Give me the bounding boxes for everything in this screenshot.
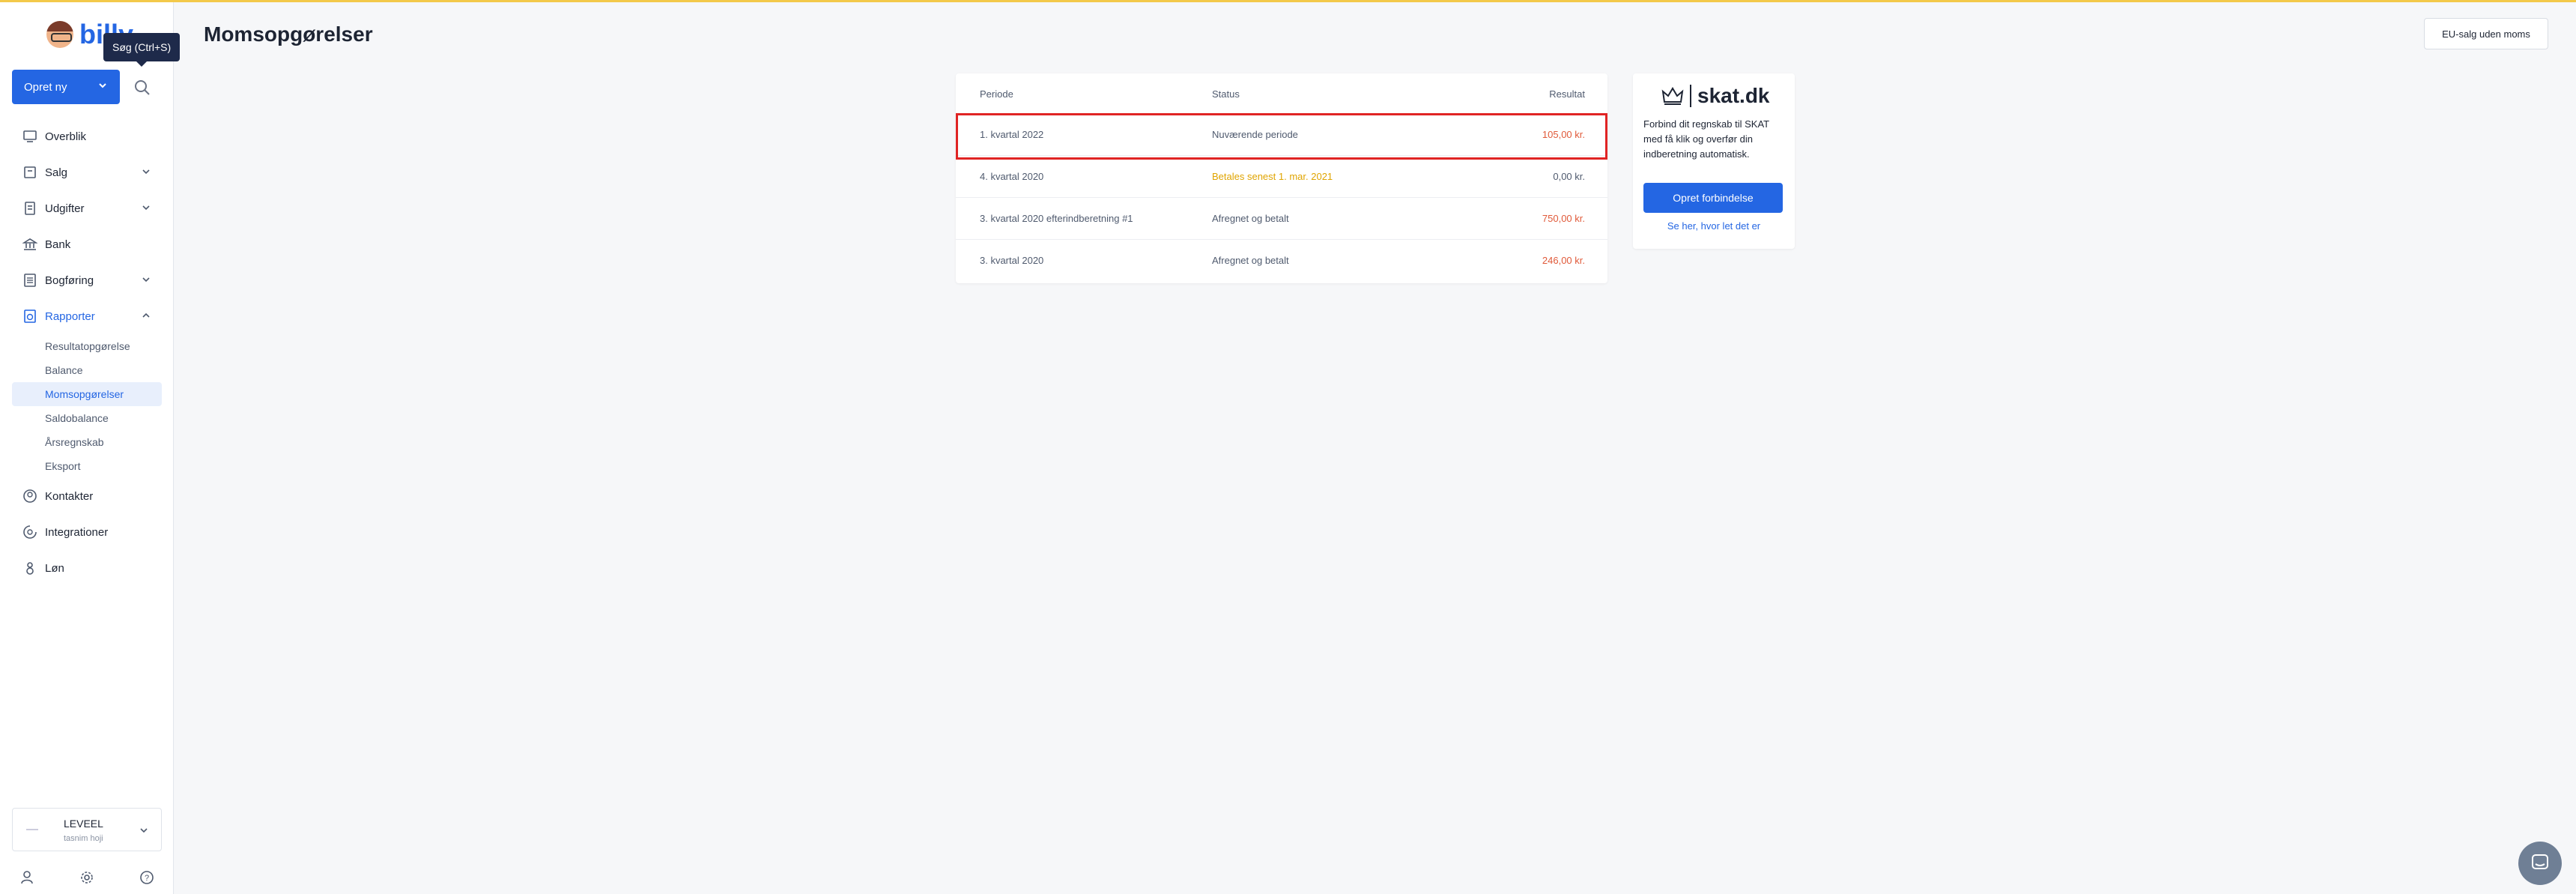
row-period: 1. kvartal 2022 <box>980 129 1044 140</box>
table-header: Periode Status Resultat <box>956 73 1607 114</box>
organization-name: LEVEEL <box>64 818 103 830</box>
column-header-period: Periode <box>980 88 1013 100</box>
search-tooltip: Søg (Ctrl+S) <box>103 33 181 67</box>
row-status: Afregnet og betalt <box>1212 213 1289 224</box>
column-header-status: Status <box>1212 88 1240 100</box>
payroll-icon <box>26 562 34 575</box>
sidebar-item-label: Udgifter <box>45 202 85 215</box>
subnav-momsopgorelser[interactable]: Momsopgørelser <box>12 382 162 406</box>
top-accent-line <box>0 0 2576 2</box>
sidebar-item-udgifter[interactable]: Udgifter <box>12 190 162 226</box>
search-icon[interactable] <box>132 77 153 98</box>
sidebar-item-label: Bogføring <box>45 274 94 287</box>
sidebar-item-kontakter[interactable]: Kontakter <box>12 478 162 514</box>
table-row[interactable]: 4. kvartal 2020 Betales senest 1. mar. 2… <box>956 156 1607 198</box>
sidebar: billy Opret ny Overblik Salg Udgifter Ba… <box>0 2 174 894</box>
integrations-icon <box>23 525 37 539</box>
gear-icon[interactable] <box>79 870 94 885</box>
crown-icon <box>1661 87 1684 105</box>
column-header-result: Resultat <box>1549 88 1585 100</box>
sidebar-item-bogforing[interactable]: Bogføring <box>12 262 162 298</box>
skat-logo-text: skat.dk <box>1697 84 1770 107</box>
sidebar-nav: Overblik Salg Udgifter Bank Bogføring Ra… <box>12 118 162 586</box>
page-title: Momsopgørelser <box>204 22 373 46</box>
chat-icon <box>2532 854 2548 869</box>
organization-user: tasnim hoji <box>64 834 103 843</box>
vat-returns-table: Periode Status Resultat 1. kvartal 2022 … <box>956 73 1607 283</box>
ledger-icon <box>24 274 36 287</box>
sidebar-item-label: Kontakter <box>45 489 94 503</box>
skat-logo: skat.dk <box>1661 84 1770 108</box>
subnav-resultatopgorelse[interactable]: Resultatopgørelse <box>12 334 162 358</box>
table-row[interactable]: 3. kvartal 2020 Afregnet og betalt 246,0… <box>956 240 1607 282</box>
sidebar-item-label: Rapporter <box>45 309 95 323</box>
skat-logo-divider <box>1690 85 1691 107</box>
row-result: 750,00 kr. <box>1542 213 1585 224</box>
subnav-arsregnskab[interactable]: Årsregnskab <box>12 430 162 454</box>
sidebar-item-rapporter[interactable]: Rapporter <box>12 298 162 334</box>
logo-mascot-icon <box>46 21 73 48</box>
sidebar-item-label: Integrationer <box>45 525 109 539</box>
chevron-down-icon <box>99 83 106 88</box>
sidebar-item-label: Løn <box>45 561 64 575</box>
skat-description: Forbind dit regnskab til SKAT med få kli… <box>1643 118 1769 160</box>
sidebar-item-label: Bank <box>45 238 71 251</box>
connect-button[interactable]: Opret forbindelse <box>1643 183 1783 213</box>
expenses-icon <box>25 202 35 215</box>
chevron-down-icon <box>140 828 148 833</box>
chevron-down-icon <box>142 205 150 211</box>
row-period: 3. kvartal 2020 <box>980 255 1044 266</box>
subnav-saldobalance[interactable]: Saldobalance <box>12 406 162 430</box>
row-result: 0,00 kr. <box>1553 171 1585 182</box>
sidebar-item-lon[interactable]: Løn <box>12 550 162 586</box>
svg-text:?: ? <box>145 874 149 883</box>
reports-icon <box>24 309 36 323</box>
create-new-label: Opret ny <box>24 80 67 94</box>
skat-connect-card: skat.dk Forbind dit regnskab til SKAT me… <box>1633 73 1795 249</box>
sidebar-item-label: Salg <box>45 166 68 179</box>
chevron-up-icon <box>142 312 150 318</box>
sidebar-item-bank[interactable]: Bank <box>12 226 162 262</box>
organization-switcher[interactable]: LEVEEL tasnim hoji <box>12 808 162 851</box>
contacts-icon <box>23 489 37 503</box>
user-icon[interactable] <box>19 870 34 885</box>
row-status: Afregnet og betalt <box>1212 255 1289 266</box>
row-period: 3. kvartal 2020 efterindberetning #1 <box>980 213 1133 224</box>
table-row[interactable]: 3. kvartal 2020 efterindberetning #1 Afr… <box>956 198 1607 240</box>
dashboard-icon <box>23 130 37 142</box>
sidebar-item-integrationer[interactable]: Integrationer <box>12 514 162 550</box>
row-period: 4. kvartal 2020 <box>980 171 1044 182</box>
sales-icon <box>24 166 36 178</box>
help-icon[interactable]: ? <box>139 870 154 885</box>
sidebar-item-overblik[interactable]: Overblik <box>12 118 162 154</box>
sidebar-item-salg[interactable]: Salg <box>12 154 162 190</box>
row-status: Nuværende periode <box>1212 129 1298 140</box>
organization-logo <box>26 829 38 830</box>
subnav-balance[interactable]: Balance <box>12 358 162 382</box>
table-row[interactable]: 1. kvartal 2022 Nuværende periode 105,00… <box>956 114 1607 156</box>
bank-icon <box>22 238 37 250</box>
chevron-down-icon <box>142 169 150 175</box>
sidebar-footer: ? <box>0 863 174 893</box>
sidebar-item-label: Overblik <box>45 130 87 143</box>
eu-sales-button[interactable]: EU-salg uden moms <box>2424 18 2548 49</box>
row-result: 105,00 kr. <box>1542 129 1585 140</box>
subnav-eksport[interactable]: Eksport <box>12 454 162 478</box>
create-new-button[interactable]: Opret ny <box>12 70 120 104</box>
learn-more-link[interactable]: Se her, hvor let det er <box>1633 220 1795 232</box>
row-result: 246,00 kr. <box>1542 255 1585 266</box>
chat-support-button[interactable] <box>2518 842 2562 885</box>
row-status: Betales senest 1. mar. 2021 <box>1212 171 1333 182</box>
chevron-down-icon <box>142 277 150 283</box>
